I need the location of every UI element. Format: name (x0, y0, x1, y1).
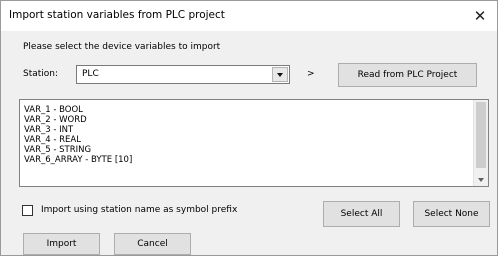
title-bar: Import station variables from PLC projec… (1, 1, 497, 31)
list-item[interactable]: VAR_3 - INT (24, 125, 73, 135)
list-item[interactable]: VAR_2 - WORD (24, 115, 87, 125)
vertical-scrollbar[interactable] (473, 100, 488, 186)
select-all-label: Select All (340, 209, 383, 219)
cancel-button[interactable]: Cancel (114, 233, 191, 255)
select-none-label: Select None (424, 209, 479, 219)
list-item[interactable]: VAR_4 - REAL (24, 135, 81, 145)
list-item[interactable]: VAR_1 - BOOL (24, 105, 83, 115)
read-from-plc-label: Read from PLC Project (357, 70, 458, 80)
station-prefix-label[interactable]: Import using station name as symbol pref… (41, 205, 237, 215)
read-from-plc-button[interactable]: Read from PLC Project (338, 63, 477, 87)
station-dropdown[interactable]: PLC (76, 65, 290, 84)
import-dialog: Import station variables from PLC projec… (0, 0, 498, 256)
instruction-text: Please select the device variables to im… (23, 42, 221, 52)
dialog-title: Import station variables from PLC projec… (9, 9, 225, 21)
list-item[interactable]: VAR_6_ARRAY - BYTE [10] (24, 155, 132, 165)
station-prefix-checkbox[interactable] (22, 205, 33, 216)
variable-list[interactable]: VAR_1 - BOOL VAR_2 - WORD VAR_3 - INT VA… (19, 99, 489, 187)
scroll-down-icon[interactable] (478, 178, 484, 182)
import-button[interactable]: Import (23, 233, 100, 255)
cancel-label: Cancel (137, 239, 168, 249)
list-item[interactable]: VAR_5 - STRING (24, 145, 91, 155)
close-icon[interactable]: ✕ (463, 1, 497, 31)
dropdown-button[interactable] (272, 67, 288, 82)
select-none-button[interactable]: Select None (413, 201, 490, 227)
arrow-indicator: > (307, 69, 315, 79)
station-value: PLC (82, 69, 99, 79)
select-all-button[interactable]: Select All (323, 201, 400, 227)
station-label: Station: (23, 69, 59, 79)
chevron-down-icon (277, 73, 283, 77)
import-label: Import (46, 239, 77, 249)
scrollbar-thumb[interactable] (476, 102, 486, 168)
